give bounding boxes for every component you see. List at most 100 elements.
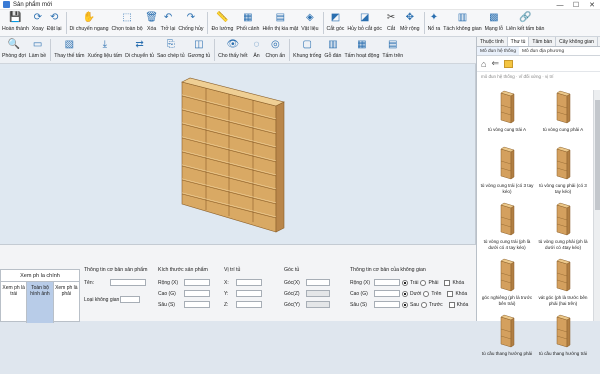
redo-button[interactable]: ↷ Chống hủy: [178, 10, 203, 36]
viewport-3d[interactable]: [0, 64, 476, 244]
show-all2-button[interactable]: 👁 Cho thấy hết: [218, 37, 247, 63]
space-height-field[interactable]: [374, 290, 400, 297]
link-button[interactable]: 🔗 Liên kết tấm bản: [506, 10, 544, 36]
cabinet-model[interactable]: [0, 64, 476, 244]
radio-right-label: Phải: [428, 279, 439, 286]
minimize-button[interactable]: —: [552, 0, 568, 10]
folder-icon[interactable]: [503, 59, 513, 68]
library-scrollbar[interactable]: [593, 90, 600, 321]
cut-button[interactable]: ✂ Cắt: [385, 10, 397, 36]
window-controls: — ☐ ✕: [552, 0, 600, 10]
replace-panel-button[interactable]: ▧ Thay thế tấm: [54, 37, 84, 63]
radio-bottom[interactable]: [402, 290, 408, 297]
enlarge-button[interactable]: ✦ Nổ ra: [428, 10, 441, 36]
lower-panel-button[interactable]: ⤓ Xuống liệu tấm: [87, 37, 122, 63]
radio-top[interactable]: [423, 290, 430, 297]
material-icon: ◈: [306, 12, 314, 23]
move-button[interactable]: ⇄ Di chuyển tủ: [125, 37, 154, 63]
room-button[interactable]: 🔍 Phòng đợi: [2, 37, 26, 63]
library-item-caption: tủ vòng cung phải (ph là dưới có 4tay ké…: [538, 239, 588, 250]
height-field[interactable]: [184, 290, 210, 297]
reset-button[interactable]: ⟲ Đặt lại: [47, 10, 62, 36]
remake-button[interactable]: ▭ Làm bề: [29, 37, 46, 63]
finish-button[interactable]: 💾 Hoàn thành: [2, 10, 29, 36]
depth-label: Sâu (S): [158, 301, 175, 308]
undo-button[interactable]: ↶ Trở lại: [161, 10, 176, 36]
view-tab-left[interactable]: Xem ph là trái: [1, 282, 28, 323]
lock-x-checkbox[interactable]: [444, 279, 451, 286]
frame-space-button[interactable]: ▢ Khung trống: [293, 37, 321, 63]
name-field[interactable]: [110, 279, 146, 286]
library-item-thumbnail: [492, 314, 522, 350]
pan-button[interactable]: ✋ Di chuyển ngang: [70, 10, 109, 36]
library-item[interactable]: tủ vòng cung trái A: [479, 90, 535, 150]
select-hide-button[interactable]: ◎ Chọn ẩn: [266, 37, 286, 63]
angle-x-label: Góc(X): [284, 279, 300, 286]
rotate-button[interactable]: ⟳ Xoay: [32, 10, 44, 36]
library-item[interactable]: tủ cầu thang hướng trái: [535, 314, 591, 374]
library-item[interactable]: tủ vòng cung trái (có 3 tay kéo): [479, 146, 535, 206]
copy-button[interactable]: ⎘ Sao chép tủ: [157, 37, 185, 63]
radio-right[interactable]: [420, 279, 427, 286]
pos-z-field[interactable]: [236, 301, 262, 308]
radio-back[interactable]: [402, 301, 408, 308]
scrollbar-thumb[interactable]: [595, 100, 600, 210]
tab-library[interactable]: Thư tù: [507, 37, 530, 46]
split-button[interactable]: ▦ Phối cảnh: [236, 10, 259, 36]
back-arrow-icon[interactable]: ⇐: [491, 58, 499, 69]
close-button[interactable]: ✕: [584, 0, 600, 10]
subtab-local-modules[interactable]: Mô đun địa phương: [519, 47, 567, 55]
lock-y-checkbox[interactable]: [447, 290, 454, 297]
library-item[interactable]: vát góc (ph là trước bên phải (hai trên): [535, 258, 591, 318]
space-depth-field[interactable]: [374, 301, 400, 308]
radio-left[interactable]: [402, 279, 408, 286]
lock-z-checkbox[interactable]: [448, 301, 455, 308]
view-tab-main[interactable]: Xem ph la chính: [1, 270, 79, 282]
activity-panel-button[interactable]: ▦ Tấm hoạt động: [344, 37, 379, 63]
mesh-button[interactable]: ▩ Mạng lỗ: [485, 10, 503, 36]
height-label: Cao (G): [158, 290, 176, 297]
delete-button[interactable]: 🗑 Xóa: [145, 10, 158, 36]
mirror-button[interactable]: ◫ Gương tủ: [188, 37, 210, 63]
maximize-button[interactable]: ☐: [568, 0, 584, 10]
space-height-label: Cao (G): [350, 290, 368, 297]
subtab-system-modules[interactable]: Mô đun hệ thống: [477, 47, 520, 55]
tab-panels[interactable]: Tâm bàn: [529, 37, 557, 46]
library-item[interactable]: tủ vòng cung phải A: [535, 90, 591, 150]
library-item[interactable]: tủ cầu thang hướng phải: [479, 314, 535, 374]
separate-button[interactable]: ▥ Tách không gian: [443, 10, 481, 36]
measure-button[interactable]: 📏 Đo lường: [211, 10, 233, 36]
library-item[interactable]: tủ vòng cung phải (có 3 tay kéo): [535, 146, 591, 206]
pos-x-field[interactable]: [236, 279, 262, 286]
library-item-thumbnail: [492, 90, 522, 126]
show-all-button[interactable]: ▤ Hiển thị kia mặt: [262, 10, 298, 36]
open-hole-button[interactable]: ✥ Mở rộng: [400, 10, 420, 36]
angle-x-field[interactable]: [306, 279, 330, 286]
view-tab-all[interactable]: Toàn bộ hình ảnh: [27, 282, 54, 323]
cut-corner-button[interactable]: ◩ Cắt góc: [327, 10, 345, 36]
angle-y-field[interactable]: [306, 301, 330, 308]
rotate-label: Xoay: [31, 26, 44, 32]
redo-icon: ↷: [186, 12, 196, 23]
pos-y-field[interactable]: [236, 290, 262, 297]
top-panel-button[interactable]: ▤ Tấm trên: [382, 37, 403, 63]
radio-front[interactable]: [420, 301, 427, 308]
space-width-field[interactable]: [374, 279, 400, 286]
library-item[interactable]: tủ vòng cung phải (ph là dưới có 4tay ké…: [535, 202, 591, 262]
tab-space-tree[interactable]: Cây không gian: [556, 37, 598, 46]
view-tab-right[interactable]: Xem ph là phải: [54, 282, 79, 323]
tab-properties[interactable]: Thuộc tính: [477, 37, 508, 46]
depth-field[interactable]: [184, 301, 210, 308]
angle-z-field[interactable]: [306, 290, 330, 297]
library-item[interactable]: góc nghiêng (ph là trước bên trái): [479, 258, 535, 318]
select-all-button[interactable]: ⬚ Chọn toàn bộ: [111, 10, 142, 36]
material-button[interactable]: ◈ Vật liệu: [301, 10, 318, 36]
pos-z-label: Z:: [224, 301, 229, 308]
width-field[interactable]: [184, 279, 210, 286]
wood-edge-button[interactable]: ▥ Gỗ đán: [324, 37, 341, 63]
hide-button[interactable]: ◌ Ẩn: [251, 37, 263, 63]
cancel-cut-button[interactable]: ◪ Hủy bỏ cắt góc: [347, 10, 382, 36]
space-type-field[interactable]: [120, 296, 140, 303]
library-item[interactable]: tủ vòng cung trái (ph là dưới có 4 tay k…: [479, 202, 535, 262]
home-icon[interactable]: ⌂: [481, 59, 486, 69]
